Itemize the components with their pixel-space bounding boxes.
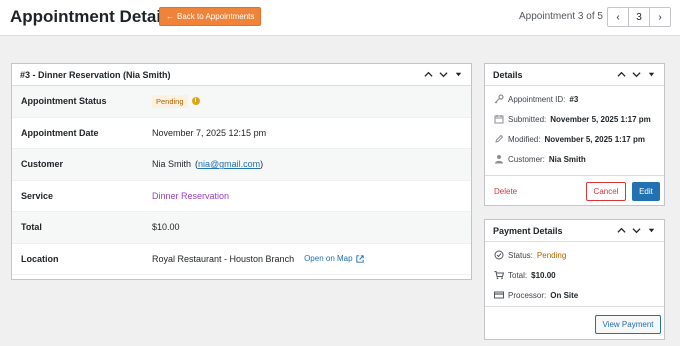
key-icon (494, 94, 504, 104)
prev-button[interactable]: ‹ (608, 8, 628, 26)
page-number: 3 (628, 8, 650, 26)
customer-detail-label: Customer: (508, 154, 545, 164)
chevron-down-icon[interactable] (632, 226, 641, 235)
chevron-right-icon: › (658, 11, 662, 23)
payment-panel-header: Payment Details (485, 220, 664, 242)
appointment-counter: Appointment 3 of 5 (519, 11, 603, 22)
back-button-label: Back to Appointments (177, 12, 255, 21)
processor-line: Processor: On Site (485, 285, 664, 305)
service-label: Service (21, 190, 54, 201)
edit-button[interactable]: Edit (632, 182, 660, 201)
chevron-up-icon[interactable] (424, 70, 433, 79)
open-on-map-label: Open on Map (304, 254, 353, 264)
arrow-left-icon: ← (166, 12, 174, 21)
row-customer: Customer Nia Smith (nia@gmail.com) (12, 149, 471, 181)
payment-panel-title: Payment Details (493, 225, 563, 236)
location-label: Location (21, 253, 59, 264)
customer-line: Customer: Nia Smith (485, 149, 664, 169)
appointment-id-value: #3 (569, 94, 579, 104)
processor-value: On Site (550, 290, 579, 300)
row-location: Location Royal Restaurant - Houston Bran… (12, 244, 471, 275)
appointment-panel-header: #3 - Dinner Reservation (Nia Smith) (12, 64, 471, 86)
modified-label: Modified: (508, 134, 541, 144)
chevron-left-icon: ‹ (616, 11, 620, 23)
details-panel: Details Appointment ID: #3 Submitted: No… (484, 63, 665, 206)
chevron-down-icon[interactable] (632, 70, 641, 79)
top-bar: Appointment Details ← Back to Appointmen… (0, 0, 680, 36)
chevron-down-icon[interactable] (439, 70, 448, 79)
next-button[interactable]: › (650, 8, 670, 26)
submitted-label: Submitted: (508, 114, 547, 124)
customer-name: Nia Smith (152, 159, 192, 170)
calendar-icon (494, 115, 504, 124)
date-value: November 7, 2025 12:15 pm (152, 127, 267, 138)
appointment-panel-title: #3 - Dinner Reservation (Nia Smith) (20, 69, 171, 80)
location-value: Royal Restaurant - Houston Branch (152, 253, 295, 264)
cancel-button[interactable]: Cancel (586, 182, 626, 201)
payment-total-line: Total: $10.00 (485, 265, 664, 285)
open-on-map-link[interactable]: Open on Map (304, 254, 364, 264)
back-to-appointments-button[interactable]: ← Back to Appointments (159, 7, 262, 26)
details-panel-header: Details (485, 64, 664, 86)
payment-status-line: Status: Pending (485, 245, 664, 265)
collapse-icon[interactable] (647, 70, 656, 79)
modified-line: Modified: November 5, 2025 1:17 pm (485, 129, 664, 149)
appointment-id-line: Appointment ID: #3 (485, 89, 664, 109)
check-circle-icon (494, 250, 504, 260)
info-icon[interactable]: i (191, 97, 200, 106)
chevron-up-icon[interactable] (617, 70, 626, 79)
date-label: Appointment Date (21, 127, 99, 138)
user-icon (495, 155, 503, 164)
appointment-rows: Appointment Status Pending i Appointment… (12, 86, 471, 275)
customer-label: Customer (21, 159, 64, 170)
submitted-line: Submitted: November 5, 2025 1:17 pm (485, 109, 664, 129)
credit-card-icon (494, 291, 504, 299)
row-total: Total $10.00 (12, 212, 471, 244)
total-label: Total (21, 222, 42, 233)
collapse-icon[interactable] (647, 226, 656, 235)
pager: ‹ 3 › (607, 7, 671, 27)
appointment-panel: #3 - Dinner Reservation (Nia Smith) Appo… (11, 63, 472, 280)
external-link-icon (355, 255, 364, 263)
row-status: Appointment Status Pending i (12, 86, 471, 118)
pencil-icon (495, 134, 504, 143)
status-badge: Pending (152, 94, 188, 108)
payment-status-value: Pending (536, 250, 567, 260)
modified-value: November 5, 2025 1:17 pm (544, 134, 645, 144)
details-actions: Delete Cancel Edit (485, 175, 664, 205)
payment-panel: Payment Details Status: Pending Total: $… (484, 219, 665, 340)
payment-total-value: $10.00 (531, 270, 556, 280)
payment-divider (485, 306, 664, 307)
cart-icon (494, 271, 504, 280)
submitted-value: November 5, 2025 1:17 pm (550, 114, 651, 124)
collapse-icon[interactable] (454, 70, 463, 79)
page-title: Appointment Details (10, 7, 176, 26)
row-date: Appointment Date November 7, 2025 12:15 … (12, 118, 471, 149)
processor-label: Processor: (508, 290, 547, 300)
total-value: $10.00 (152, 222, 180, 233)
customer-email-link[interactable]: nia@gmail.com (198, 159, 260, 169)
service-value[interactable]: Dinner Reservation (152, 191, 229, 201)
payment-total-label: Total: (508, 270, 528, 280)
appointment-id-label: Appointment ID: (508, 94, 566, 104)
customer-detail-value: Nia Smith (548, 154, 586, 164)
payment-status-label: Status: (508, 250, 533, 260)
chevron-up-icon[interactable] (617, 226, 626, 235)
status-label: Appointment Status (21, 96, 107, 107)
view-payment-button[interactable]: View Payment (595, 315, 661, 334)
details-panel-title: Details (493, 69, 523, 80)
delete-link[interactable]: Delete (494, 187, 517, 196)
row-service: Service Dinner Reservation (12, 181, 471, 212)
